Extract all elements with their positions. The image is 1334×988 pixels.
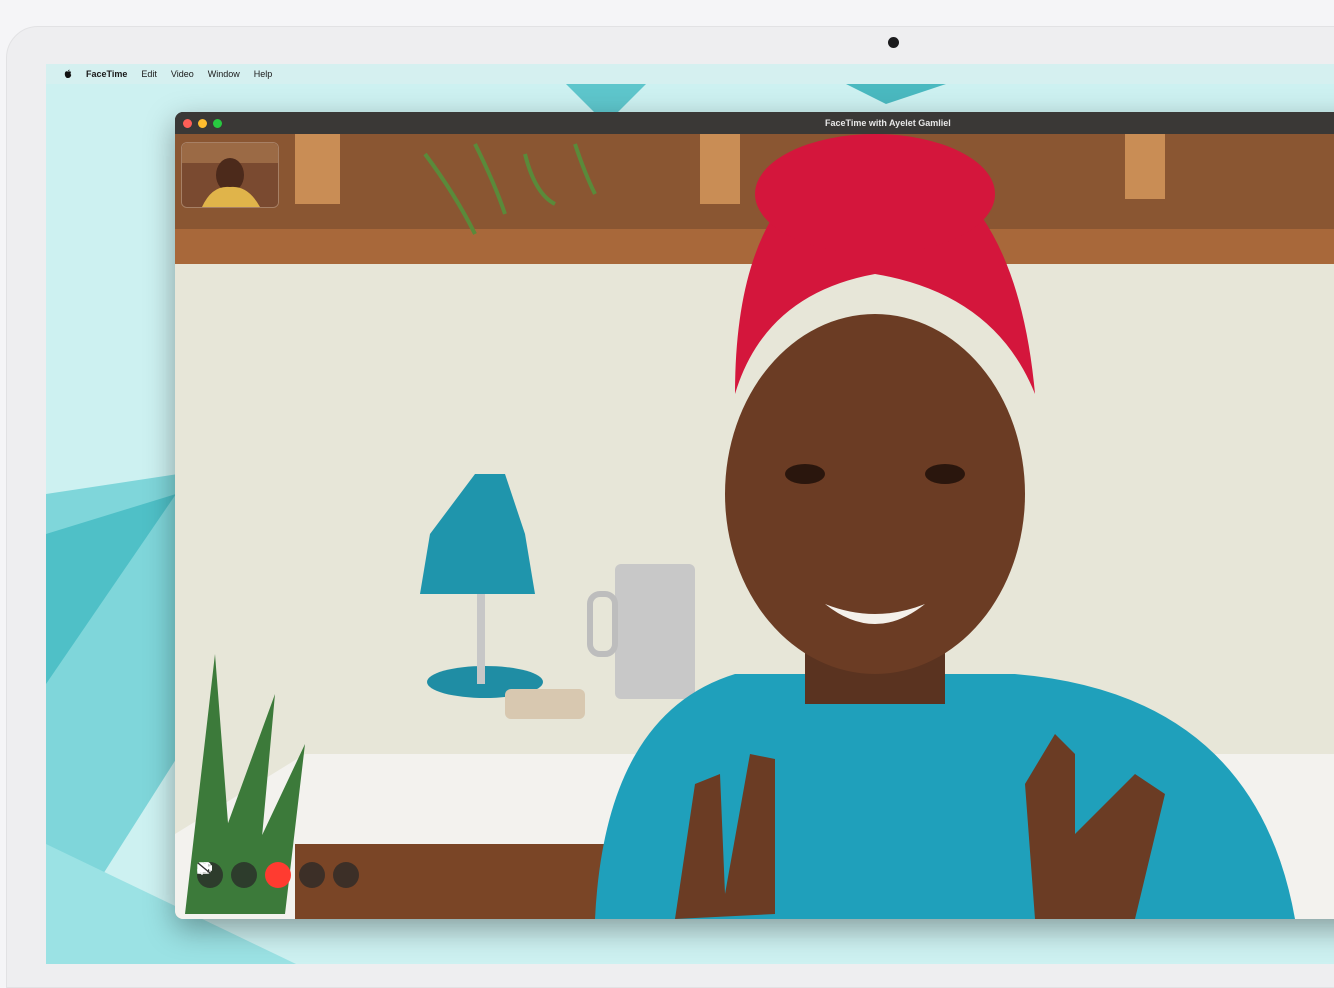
close-window-button[interactable] xyxy=(183,118,192,128)
end-call-button[interactable] xyxy=(198,862,291,888)
video-toggle-button[interactable] xyxy=(197,862,325,888)
mute-button[interactable] xyxy=(197,862,257,888)
window-title: FaceTime with Ayelet Gamliel xyxy=(825,118,951,128)
menu-item-video[interactable]: Video xyxy=(171,69,194,79)
menu-item-help[interactable]: Help xyxy=(254,69,273,79)
menu-app-name[interactable]: FaceTime xyxy=(86,69,127,79)
desktop-screen: FaceTime Edit Video Window Help FaceTime… xyxy=(46,64,1334,964)
self-view-image xyxy=(182,143,278,207)
fullscreen-button[interactable] xyxy=(197,862,359,888)
webcam-dot xyxy=(888,37,899,48)
remote-video-image xyxy=(175,134,1334,919)
traffic-lights xyxy=(175,118,222,128)
menu-item-window[interactable]: Window xyxy=(208,69,240,79)
facetime-window: FaceTime with Ayelet Gamliel xyxy=(175,112,1334,919)
call-controls xyxy=(197,862,359,888)
apple-logo-icon[interactable] xyxy=(64,69,72,79)
minimize-window-button[interactable] xyxy=(198,118,207,128)
fullscreen-arrows-icon xyxy=(197,862,209,874)
window-titlebar[interactable]: FaceTime with Ayelet Gamliel xyxy=(175,112,1334,134)
menu-bar: FaceTime Edit Video Window Help xyxy=(46,64,1334,84)
self-view-pip[interactable] xyxy=(181,142,279,208)
zoom-window-button[interactable] xyxy=(213,118,222,128)
menu-item-edit[interactable]: Edit xyxy=(141,69,157,79)
remote-video-feed xyxy=(175,134,1334,919)
